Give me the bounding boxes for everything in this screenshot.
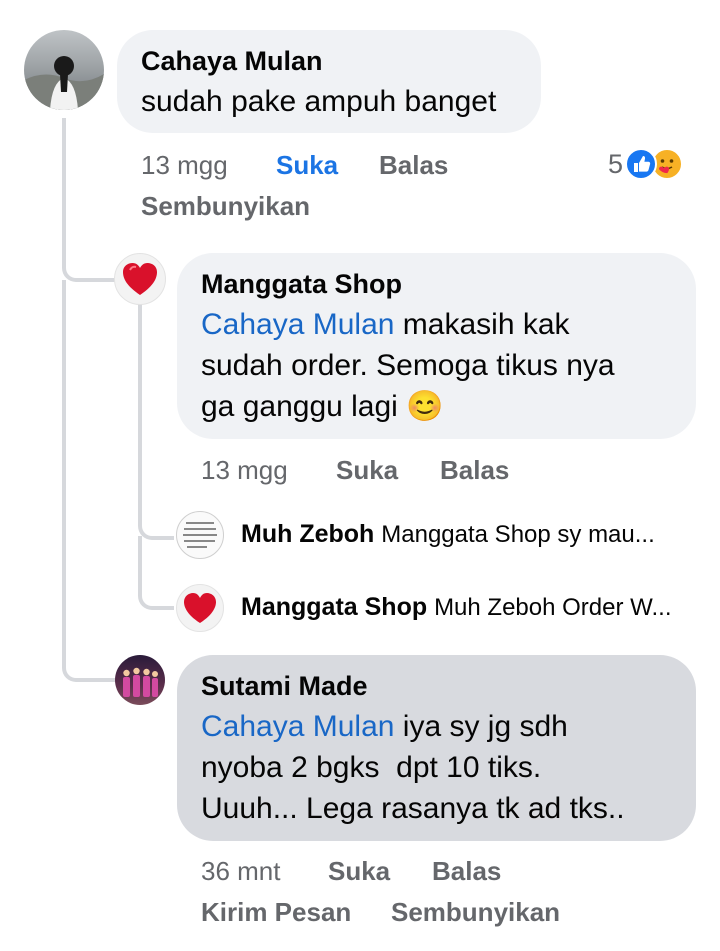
reply-author[interactable]: Manggata Shop xyxy=(241,593,427,621)
reaction-summary[interactable]: 5 xyxy=(608,146,684,182)
comment-bubble[interactable]: Manggata Shop Cahaya Mulan makasih kak s… xyxy=(177,253,696,439)
text-image-icon xyxy=(183,522,217,548)
person-photo-icon xyxy=(24,56,104,110)
comment-author[interactable]: Sutami Made xyxy=(201,671,672,702)
comment-text: sudah pake ampuh banget xyxy=(141,85,497,118)
like-button[interactable]: Suka xyxy=(328,856,390,887)
comment-author[interactable]: Manggata Shop xyxy=(201,269,672,300)
comment-text: Cahaya Mulan makasih kak sudah order. Se… xyxy=(201,308,615,423)
hide-button[interactable]: Sembunyikan xyxy=(141,191,310,222)
comment-bubble[interactable]: Cahaya Mulan sudah pake ampuh banget xyxy=(117,30,541,133)
reply-snippet: Manggata Shop sy mau... xyxy=(381,521,655,548)
like-button[interactable]: Suka xyxy=(336,455,398,486)
reply-author[interactable]: Muh Zeboh xyxy=(241,520,374,548)
like-button[interactable]: Suka xyxy=(276,150,338,181)
reply-snippet: Muh Zeboh Order W... xyxy=(434,594,672,621)
thread-line-sub xyxy=(138,300,142,522)
reaction-count: 5 xyxy=(608,148,624,179)
thread-connector-sub-1 xyxy=(138,516,174,540)
reply-button[interactable]: Balas xyxy=(440,455,509,486)
heart-icon xyxy=(123,263,157,295)
thread-line-sub-2 xyxy=(138,536,142,596)
heart-icon xyxy=(184,593,216,623)
avatar[interactable] xyxy=(114,253,166,305)
thread-connector-sub-2 xyxy=(138,590,174,610)
comment-time[interactable]: 13 mgg xyxy=(141,150,228,181)
reply-button[interactable]: Balas xyxy=(432,856,501,887)
comment-time[interactable]: 13 mgg xyxy=(201,455,288,486)
like-icon xyxy=(625,148,658,180)
reply-preview[interactable]: Manggata Shop Muh Zeboh Order W... xyxy=(241,593,671,622)
reply-button[interactable]: Balas xyxy=(379,150,448,181)
smile-emoji-icon: 😊 xyxy=(406,390,444,423)
comment-text: Cahaya Mulan iya sy jg sdh nyoba 2 bgks … xyxy=(201,710,625,825)
thread-line-main-2 xyxy=(62,280,66,650)
mention-link[interactable]: Cahaya Mulan xyxy=(201,308,394,341)
hide-button[interactable]: Sembunyikan xyxy=(391,897,560,928)
avatar[interactable] xyxy=(176,584,224,632)
avatar[interactable] xyxy=(24,30,104,110)
thread-connector-3 xyxy=(62,640,116,682)
group-photo-icon xyxy=(123,667,158,697)
comment-bubble[interactable]: Sutami Made Cahaya Mulan iya sy jg sdh n… xyxy=(177,655,696,841)
avatar[interactable] xyxy=(115,655,165,705)
thread-line-main xyxy=(62,118,66,258)
comment-time[interactable]: 36 mnt xyxy=(201,856,281,887)
reply-preview[interactable]: Muh Zeboh Manggata Shop sy mau... xyxy=(241,520,655,549)
thread-connector-1 xyxy=(62,250,116,282)
send-message-button[interactable]: Kirim Pesan xyxy=(201,897,351,928)
comment-author[interactable]: Cahaya Mulan xyxy=(141,46,517,77)
avatar[interactable] xyxy=(176,511,224,559)
mention-link[interactable]: Cahaya Mulan xyxy=(201,710,394,743)
